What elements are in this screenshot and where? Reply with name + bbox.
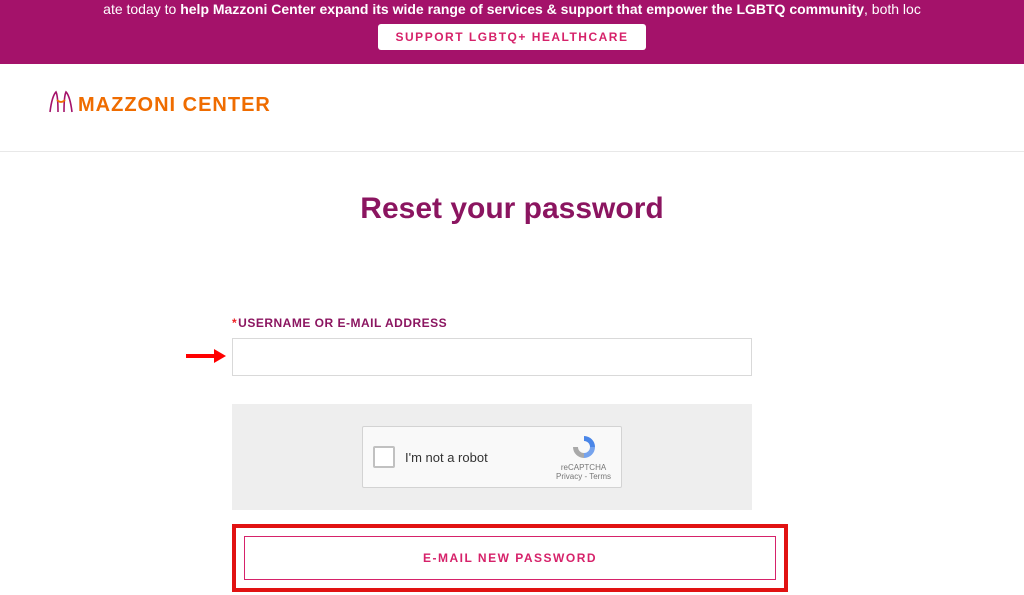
recaptcha-links[interactable]: Privacy - Terms — [556, 472, 611, 482]
main-content: Reset your password *USERNAME OR E-MAIL … — [0, 152, 1024, 592]
email-new-password-button[interactable]: E-MAIL NEW PASSWORD — [244, 536, 776, 580]
captcha-container: I'm not a robot reCAPTCHA Privacy - Term… — [232, 404, 752, 510]
recaptcha-widget: I'm not a robot reCAPTCHA Privacy - Term… — [362, 426, 622, 488]
page-title: Reset your password — [0, 192, 1024, 226]
banner-text-prefix: ate today to — [103, 1, 180, 17]
username-label: *USERNAME OR E-MAIL ADDRESS — [232, 316, 792, 330]
recaptcha-label: I'm not a robot — [405, 450, 556, 465]
recaptcha-icon — [570, 433, 598, 461]
support-healthcare-button[interactable]: SUPPORT LGBTQ+ HEALTHCARE — [378, 24, 647, 50]
required-indicator: * — [232, 316, 237, 330]
submit-highlight-box: E-MAIL NEW PASSWORD — [232, 524, 788, 592]
logo[interactable]: MAZZONI CENTER — [48, 90, 1000, 121]
username-input[interactable] — [232, 338, 752, 376]
pointer-arrow-icon — [186, 346, 226, 366]
username-label-text: USERNAME OR E-MAIL ADDRESS — [238, 316, 447, 330]
banner-text-bold: help Mazzoni Center expand its wide rang… — [180, 1, 864, 17]
recaptcha-branding: reCAPTCHA Privacy - Terms — [556, 433, 611, 482]
banner-text-suffix: , both loc — [864, 1, 921, 17]
site-header: MAZZONI CENTER — [0, 64, 1024, 152]
recaptcha-checkbox[interactable] — [373, 446, 395, 468]
logo-text: MAZZONI CENTER — [78, 94, 271, 117]
banner-text: ate today to help Mazzoni Center expand … — [0, 0, 1024, 24]
reset-password-form: *USERNAME OR E-MAIL ADDRESS I'm not a ro… — [232, 316, 792, 592]
top-banner: ate today to help Mazzoni Center expand … — [0, 0, 1024, 64]
recaptcha-brand-text: reCAPTCHA — [556, 463, 611, 473]
logo-icon — [48, 90, 74, 121]
